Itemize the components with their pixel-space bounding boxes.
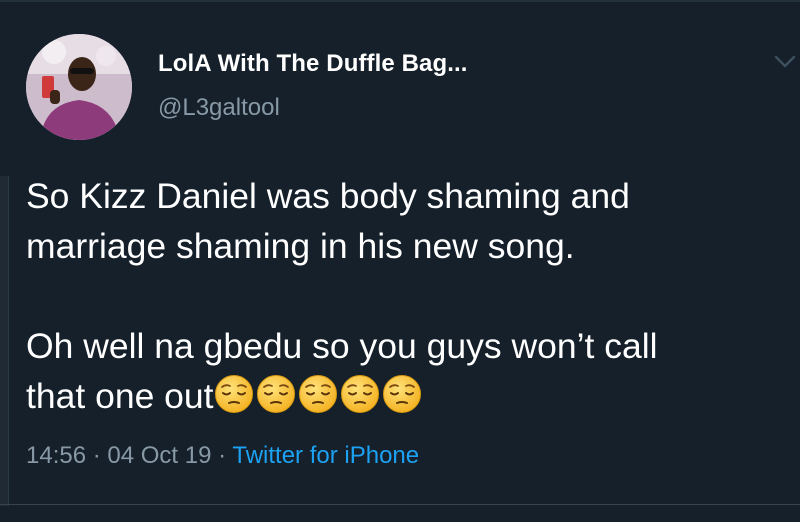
avatar-image bbox=[26, 34, 132, 140]
user-handle[interactable]: @L3galtool bbox=[158, 94, 280, 122]
bottom-divider bbox=[0, 504, 800, 505]
pensive-face-emoji bbox=[340, 374, 380, 414]
avatar[interactable] bbox=[26, 34, 132, 140]
tweet-text-line-last: that one out bbox=[26, 371, 786, 427]
tweet-date: 04 Oct 19 bbox=[107, 442, 212, 469]
top-divider bbox=[0, 0, 800, 2]
pensive-face-emoji bbox=[214, 374, 254, 414]
tweet-text-line: So Kizz Daniel was body shaming and bbox=[26, 176, 630, 216]
tweet-view: LolA With The Duffle Bag... @L3galtool S… bbox=[0, 0, 800, 522]
pensive-face-emoji bbox=[382, 374, 422, 414]
tweet-text: So Kizz Daniel was body shaming and marr… bbox=[26, 171, 786, 427]
emoji-row bbox=[214, 374, 424, 427]
tweet-text-fragment: that one out bbox=[26, 376, 214, 416]
left-edge-panel bbox=[0, 176, 9, 506]
tweet-metadata: 14:56 · 04 Oct 19 · Twitter for iPhone bbox=[26, 442, 419, 470]
display-name[interactable]: LolA With The Duffle Bag... bbox=[158, 50, 468, 78]
tweet-time: 14:56 bbox=[26, 442, 87, 469]
tweet-text-line: marriage shaming in his new song. bbox=[26, 226, 575, 266]
meta-separator: · bbox=[211, 442, 233, 469]
tweet-text-line: Oh well na gbedu so you guys won’t call bbox=[26, 326, 658, 366]
pensive-face-emoji bbox=[256, 374, 296, 414]
chevron-down-icon[interactable] bbox=[773, 54, 797, 70]
pensive-face-emoji bbox=[298, 374, 338, 414]
meta-separator: · bbox=[86, 442, 108, 469]
tweet-source-link[interactable]: Twitter for iPhone bbox=[232, 442, 419, 469]
